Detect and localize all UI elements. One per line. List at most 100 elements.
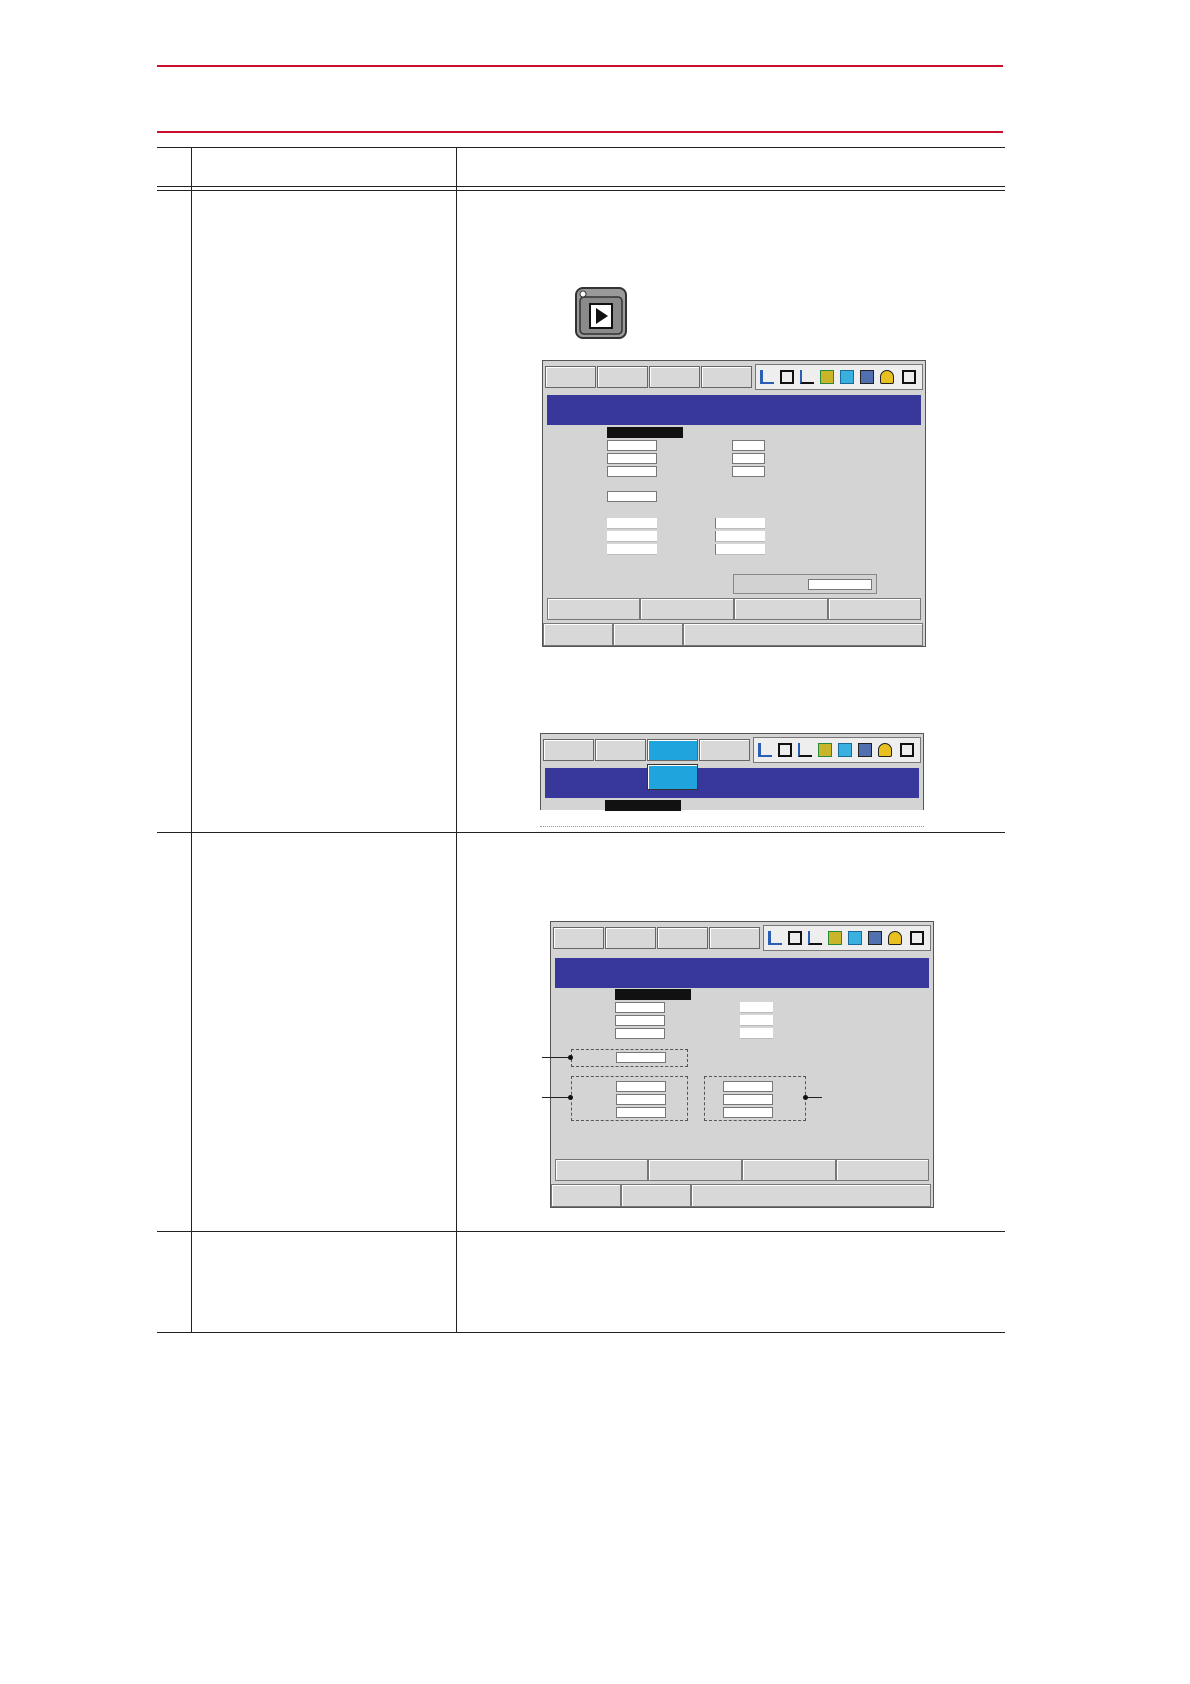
field-4[interactable] xyxy=(616,1052,666,1063)
status-icon-bar xyxy=(755,364,923,390)
coordinate-icon xyxy=(798,743,812,757)
pendant-screen-3 xyxy=(550,921,934,1208)
field-2[interactable] xyxy=(615,1015,665,1026)
pendant-screen-2 xyxy=(540,733,924,811)
field-right-2[interactable] xyxy=(740,1015,773,1026)
storage-icon xyxy=(860,370,874,384)
callout-dot-c xyxy=(803,1095,808,1100)
field-1[interactable] xyxy=(607,440,657,451)
menu-button-2b[interactable] xyxy=(595,739,646,761)
field-7[interactable] xyxy=(607,544,657,555)
bottom-button-1[interactable] xyxy=(543,623,613,646)
input-field[interactable] xyxy=(808,579,872,590)
status-icon-bar-3 xyxy=(763,925,931,951)
cycle-icon xyxy=(788,931,802,945)
menu-button-3-selected[interactable] xyxy=(647,739,698,761)
field-right-1[interactable] xyxy=(732,440,765,451)
function-key-4[interactable] xyxy=(828,598,921,620)
menu-button-4c[interactable] xyxy=(709,927,760,949)
field-6[interactable] xyxy=(616,1094,666,1105)
bottom-button-2[interactable] xyxy=(613,623,683,646)
screen-2-cut-edge xyxy=(540,826,924,827)
header-bottom-rule xyxy=(157,131,1003,133)
window-title-bar xyxy=(547,395,921,425)
table-header-rule-1 xyxy=(157,186,1005,187)
field-6[interactable] xyxy=(607,531,657,542)
storage-icon xyxy=(858,743,872,757)
field-8[interactable] xyxy=(723,1081,773,1092)
servo-status-icon xyxy=(760,370,774,384)
main-menu-button[interactable] xyxy=(545,366,596,388)
menu-button-4[interactable] xyxy=(701,366,752,388)
tool-icon xyxy=(820,370,834,384)
message-area xyxy=(691,1184,931,1207)
menu-button-3c[interactable] xyxy=(657,927,708,949)
function-key-3[interactable] xyxy=(742,1159,836,1181)
sleep-icon xyxy=(878,743,892,757)
function-key-1[interactable] xyxy=(547,598,640,620)
table-top-rule xyxy=(157,147,1005,148)
callout-leader-b xyxy=(542,1097,571,1098)
cursor-highlight-3 xyxy=(615,989,691,1000)
servo-status-icon xyxy=(768,931,782,945)
cursor-highlight xyxy=(607,427,683,438)
header-top-rule xyxy=(157,65,1003,67)
main-menu-button-2[interactable] xyxy=(543,739,594,761)
field-3[interactable] xyxy=(615,1028,665,1039)
field-10[interactable] xyxy=(723,1107,773,1118)
function-key-2[interactable] xyxy=(640,598,734,620)
sleep-icon xyxy=(880,370,894,384)
cycle-icon xyxy=(778,743,792,757)
window-title-bar-2 xyxy=(545,768,919,798)
function-key-1[interactable] xyxy=(555,1159,648,1181)
field-8[interactable] xyxy=(715,518,765,529)
group-box-c xyxy=(704,1076,806,1121)
table-col-divider-1 xyxy=(191,147,192,1332)
callout-dot-b xyxy=(568,1095,573,1100)
field-right-3[interactable] xyxy=(740,1028,773,1039)
security-icon xyxy=(838,743,852,757)
coordinate-icon xyxy=(808,931,822,945)
field-5[interactable] xyxy=(607,518,657,529)
tool-icon xyxy=(828,931,842,945)
callout-leader-c xyxy=(806,1097,822,1098)
window-title-bar-3 xyxy=(555,958,929,988)
table-bottom-rule xyxy=(157,1332,1005,1333)
play-mode-key-icon[interactable] xyxy=(575,287,627,339)
group-box-a xyxy=(571,1049,688,1067)
pulldown-menu-item[interactable] xyxy=(647,764,698,790)
table-header-rule-2 xyxy=(157,190,1005,191)
menu-button-4b[interactable] xyxy=(699,739,750,761)
field-right-3[interactable] xyxy=(732,466,765,477)
row-divider-1 xyxy=(157,832,1005,833)
field-right-2[interactable] xyxy=(732,453,765,464)
field-4[interactable] xyxy=(607,491,657,502)
play-mode-icon xyxy=(902,370,916,384)
menu-button-2[interactable] xyxy=(597,366,648,388)
field-right-1[interactable] xyxy=(740,1002,773,1013)
field-7[interactable] xyxy=(616,1107,666,1118)
field-1[interactable] xyxy=(615,1002,665,1013)
field-2[interactable] xyxy=(607,453,657,464)
field-10[interactable] xyxy=(715,544,765,555)
bottom-button-1[interactable] xyxy=(551,1184,621,1207)
play-mode-icon xyxy=(910,931,924,945)
status-icon-bar-2 xyxy=(753,737,921,763)
function-key-2[interactable] xyxy=(648,1159,742,1181)
menu-button-3[interactable] xyxy=(649,366,700,388)
field-3[interactable] xyxy=(607,466,657,477)
security-icon xyxy=(848,931,862,945)
table-col-divider-2 xyxy=(456,147,457,1332)
group-box-b xyxy=(571,1076,688,1121)
sleep-icon xyxy=(888,931,902,945)
callout-dot-a xyxy=(568,1055,573,1060)
bottom-button-2[interactable] xyxy=(621,1184,691,1207)
field-9[interactable] xyxy=(723,1094,773,1105)
function-key-3[interactable] xyxy=(734,598,828,620)
field-9[interactable] xyxy=(715,531,765,542)
menu-button-2c[interactable] xyxy=(605,927,656,949)
field-5[interactable] xyxy=(616,1081,666,1092)
main-menu-button-3[interactable] xyxy=(553,927,604,949)
callout-leader-a xyxy=(542,1057,571,1058)
function-key-4[interactable] xyxy=(836,1159,929,1181)
